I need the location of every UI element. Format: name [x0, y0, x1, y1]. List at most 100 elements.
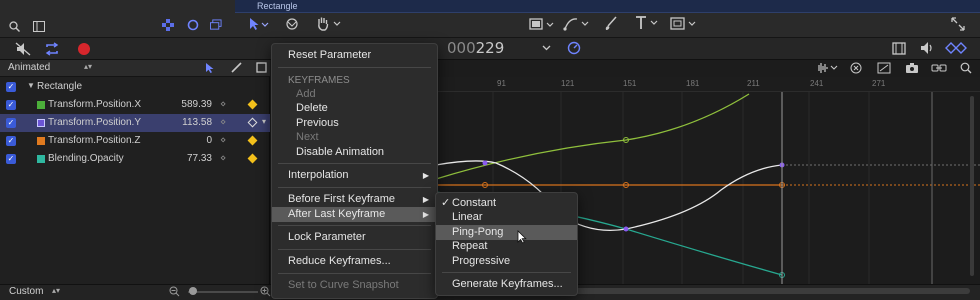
param-row[interactable]: ✓ Transform.Position.Z 0 ⋄	[0, 132, 270, 150]
menu-header-keyframes: KEYFRAMES	[288, 75, 350, 86]
chevron-down-icon[interactable]	[541, 42, 551, 54]
keyframe-diamond-icon[interactable]	[247, 153, 258, 164]
keyframe-point[interactable]	[623, 226, 629, 232]
clear-x-icon[interactable]	[849, 61, 862, 74]
param-value[interactable]: 589.39	[181, 99, 212, 110]
transform-tool-icon[interactable]	[285, 17, 299, 31]
group-label: Rectangle	[37, 81, 83, 92]
param-name: Transform.Position.X	[48, 99, 141, 110]
menu-separator	[278, 67, 431, 68]
submenu-item-constant[interactable]: ✓ Constant	[436, 196, 577, 211]
box-select-icon[interactable]	[255, 61, 267, 74]
menu-item-after-last-keyframe[interactable]: After Last Keyframe ▶	[272, 207, 437, 222]
submenu-item-ping-pong[interactable]: Ping-Pong	[436, 225, 577, 240]
param-value[interactable]: 77.33	[187, 153, 212, 164]
menu-item-set-to-curve-snapshot: Set to Curve Snapshot	[288, 279, 399, 291]
bezier-pen-tool-icon[interactable]	[563, 16, 591, 31]
zoom-icon[interactable]	[959, 61, 972, 74]
select-tool-icon[interactable]	[204, 61, 216, 74]
group-row[interactable]: ✓ ▼ Rectangle	[0, 78, 270, 96]
checkerboard-icon[interactable]	[162, 19, 174, 31]
param-value[interactable]: 113.58	[182, 117, 212, 128]
speaker-icon[interactable]	[919, 41, 935, 55]
stepper-arrows-icon: ▴▾	[52, 286, 61, 295]
param-checkbox[interactable]: ✓	[6, 118, 16, 128]
menu-item-label: Before First Keyframe	[288, 193, 395, 205]
submenu-item-linear[interactable]: Linear	[436, 210, 577, 225]
submenu-arrow-icon: ▶	[422, 210, 429, 219]
keyframe-nav-icon[interactable]: ⋄	[220, 99, 226, 110]
timeline-layer-bar[interactable]: Rectangle	[235, 0, 980, 13]
menu-item-reset-parameter[interactable]: Reset Parameter	[272, 48, 437, 63]
submenu-arrow-icon: ▶	[422, 171, 429, 180]
sidebar-icon[interactable]	[33, 20, 45, 32]
fit-curve-icon[interactable]	[877, 61, 891, 74]
param-name: Transform.Position.Y	[48, 117, 141, 128]
vertical-scrollbar[interactable]	[970, 96, 974, 276]
menu-item-reduce-keyframes[interactable]: Reduce Keyframes...	[272, 254, 437, 269]
menu-item-interpolation[interactable]: Interpolation ▶	[272, 168, 437, 183]
param-value[interactable]: 0	[206, 135, 212, 146]
menu-item-disable-animation[interactable]: Disable Animation	[272, 145, 437, 160]
param-row[interactable]: ✓ Transform.Position.X 589.39 ⋄	[0, 96, 270, 114]
speed-gauge-icon[interactable]	[567, 41, 581, 55]
keyframe-point[interactable]	[482, 160, 488, 166]
position-x-curve[interactable]	[435, 93, 750, 180]
param-row[interactable]: ✓ Blending.Opacity 77.33 ⋄	[0, 150, 270, 168]
zoom-slider-knob[interactable]	[189, 287, 197, 295]
search-icon[interactable]	[8, 20, 20, 32]
ruler-tick-label: 151	[623, 79, 637, 88]
keyframe-diamond-icon[interactable]	[247, 99, 258, 110]
pencil-tool-icon[interactable]	[230, 61, 242, 74]
submenu-item-generate-keyframes[interactable]: Generate Keyframes...	[436, 277, 577, 292]
menu-item-add: Add	[296, 88, 316, 100]
keyframe-editor-icon[interactable]	[945, 41, 967, 55]
horizontal-scrollbar[interactable]	[575, 288, 970, 294]
film-strip-icon[interactable]	[892, 41, 906, 55]
select-arrow-tool-icon[interactable]	[248, 17, 270, 31]
loop-playback-icon[interactable]	[44, 42, 60, 56]
keyframe-nav-icon[interactable]: ⋄	[220, 153, 226, 164]
mute-audio-icon[interactable]	[15, 42, 31, 56]
group-checkbox[interactable]: ✓	[6, 82, 16, 92]
param-row-selected[interactable]: ✓ Transform.Position.Y 113.58 ⋄ ▾	[0, 114, 270, 132]
param-checkbox[interactable]: ✓	[6, 136, 16, 146]
keyframe-empty-diamond-icon[interactable]	[247, 117, 258, 128]
timecode-display[interactable]: 000229	[447, 38, 504, 58]
circle-icon[interactable]	[187, 19, 199, 31]
audio-waveform-icon[interactable]	[816, 61, 838, 74]
menu-separator	[278, 225, 431, 226]
filter-popup[interactable]: Animated ▴▾	[8, 62, 92, 73]
zoom-out-icon[interactable]	[168, 285, 180, 297]
shape-tool-icon[interactable]	[529, 17, 557, 31]
paint-brush-icon[interactable]	[604, 16, 618, 31]
record-icon[interactable]	[76, 41, 92, 57]
keyframe-diamond-icon[interactable]	[247, 135, 258, 146]
submenu-item-repeat[interactable]: Repeat	[436, 239, 577, 254]
menu-item-lock-parameter[interactable]: Lock Parameter	[272, 230, 437, 245]
ruler-tick-label: 181	[686, 79, 700, 88]
expand-icon[interactable]	[951, 17, 965, 31]
param-checkbox[interactable]: ✓	[6, 154, 16, 164]
hand-pan-tool-icon[interactable]	[315, 16, 343, 31]
param-name: Blending.Opacity	[48, 153, 124, 164]
text-tool-icon[interactable]	[634, 15, 662, 31]
curve-set-popup[interactable]: Custom ▴▾	[9, 286, 60, 297]
param-checkbox[interactable]: ✓	[6, 100, 16, 110]
chevron-down-icon[interactable]: ▾	[262, 117, 266, 126]
keyframe-nav-icon[interactable]: ⋄	[220, 117, 226, 128]
submenu-item-progressive[interactable]: Progressive	[436, 254, 577, 269]
menu-item-before-first-keyframe[interactable]: Before First Keyframe ▶	[272, 192, 437, 207]
menu-item-previous[interactable]: Previous	[272, 116, 437, 131]
link-icon[interactable]	[931, 61, 947, 74]
zoom-slider-track[interactable]	[188, 291, 258, 293]
zoom-in-icon[interactable]	[259, 285, 271, 297]
layers-icon[interactable]	[210, 19, 222, 31]
menu-item-delete[interactable]: Delete	[272, 101, 437, 116]
mask-tool-icon[interactable]	[670, 16, 698, 31]
menu-item-next: Next	[296, 131, 319, 143]
camera-snapshot-icon[interactable]	[905, 61, 919, 74]
menu-separator	[278, 187, 431, 188]
keyframe-nav-icon[interactable]: ⋄	[220, 135, 226, 146]
disclosure-triangle-icon[interactable]: ▼	[27, 81, 35, 90]
